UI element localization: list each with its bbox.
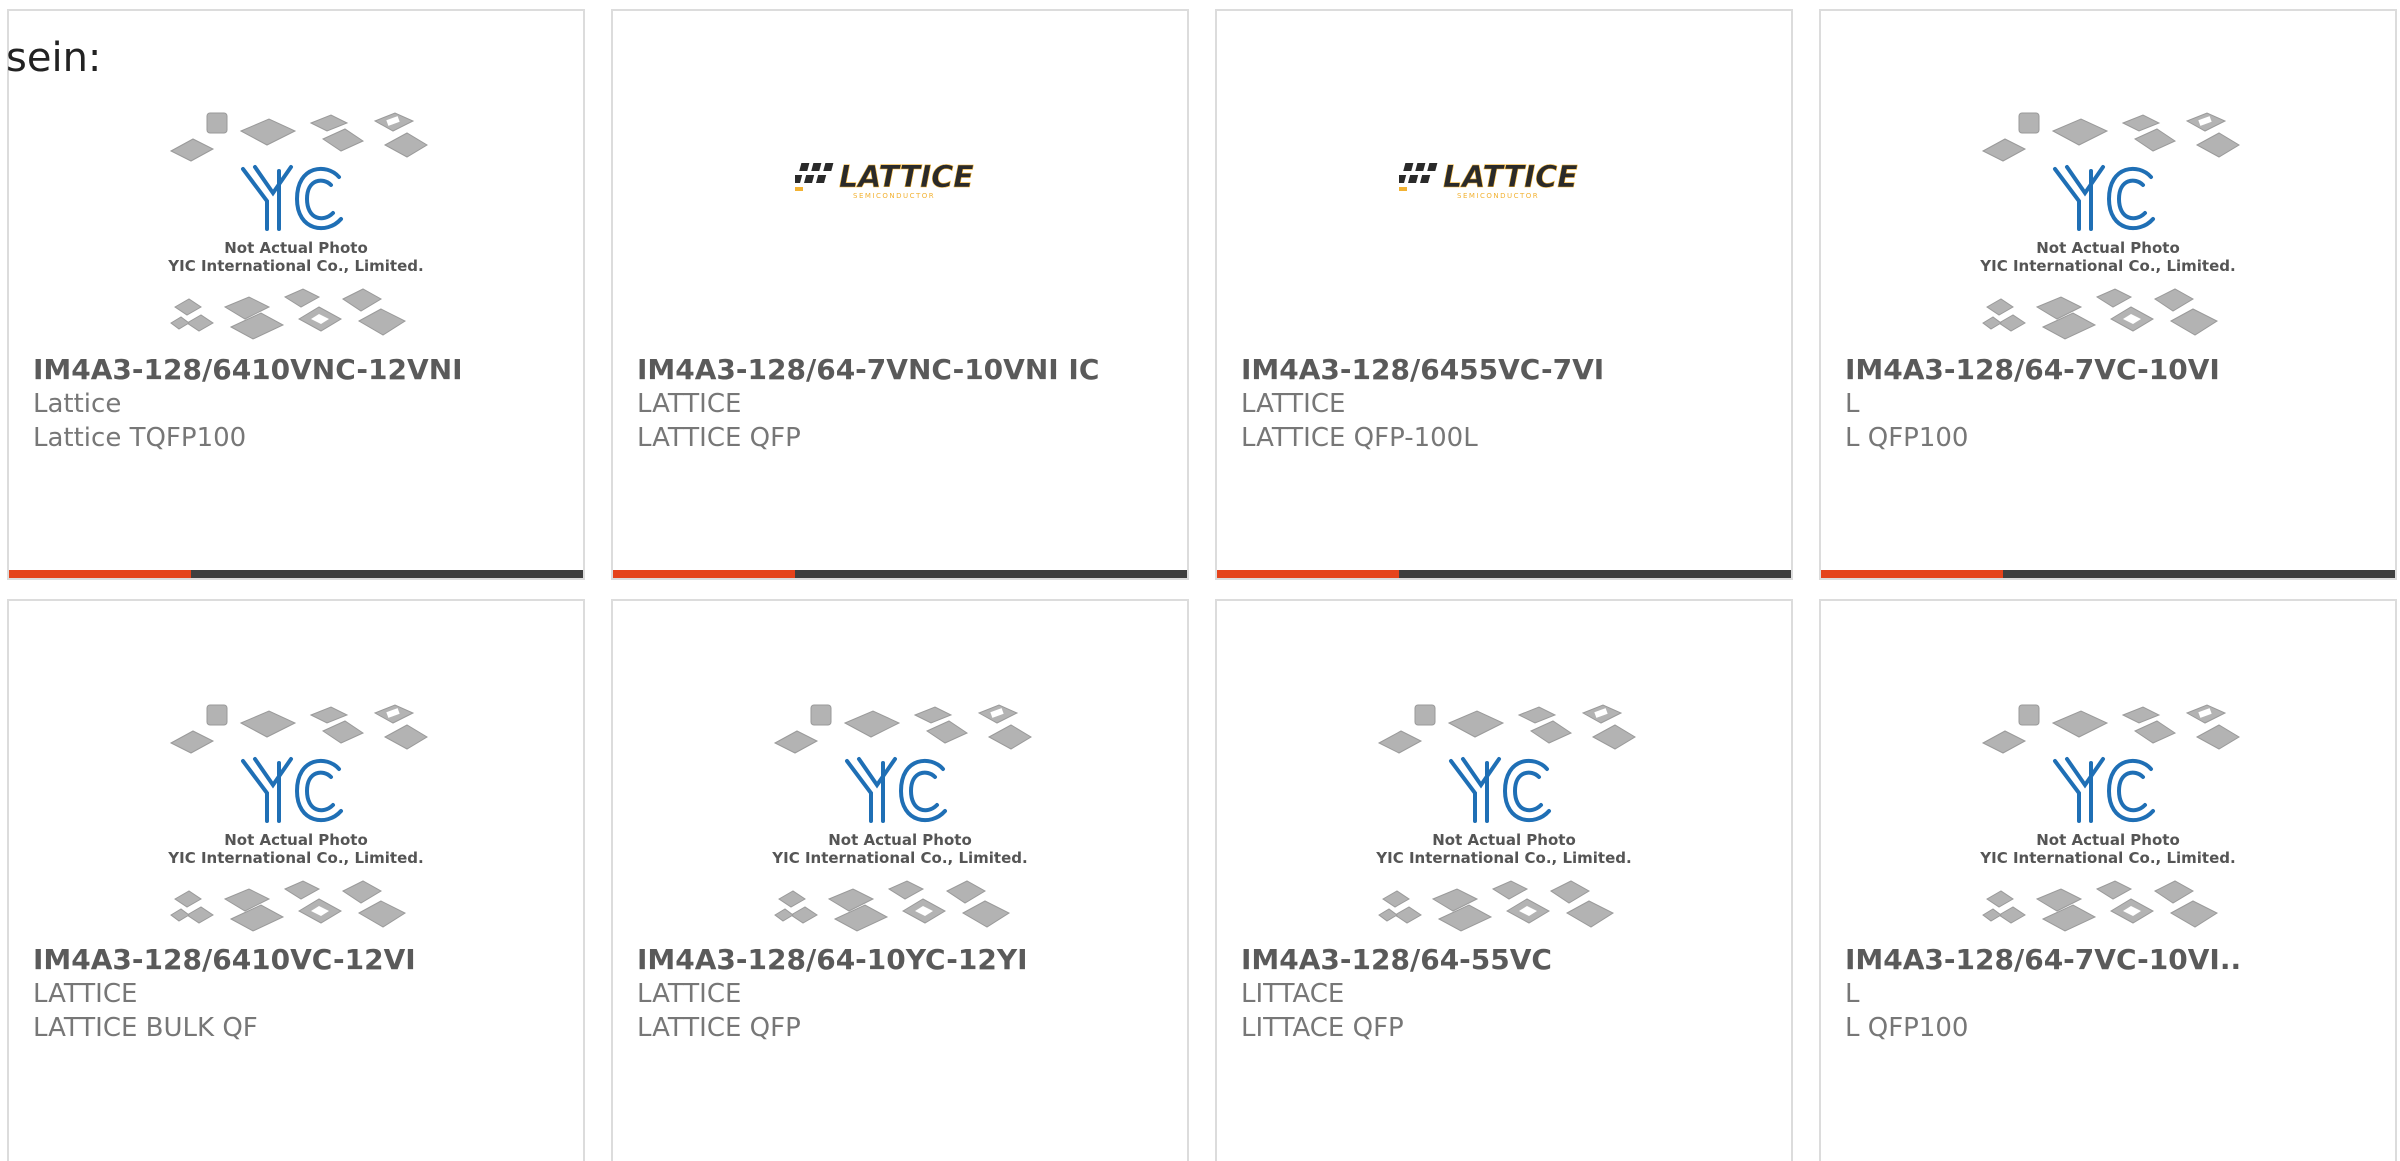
package: LATTICE QFP [637,1013,801,1043]
manufacturer: LATTICE [637,389,742,419]
part-number-link[interactable]: IM4A3-128/64-7VC-10VI [1845,353,2385,387]
product-image[interactable]: Not Actual Photo YIC International Co., … [9,693,583,943]
manufacturer: L [1845,389,1860,419]
manufacturer: LATTICE [1241,389,1346,419]
product-card[interactable]: Not Actual Photo YIC International Co., … [611,599,1189,1161]
product-grid-page: sein: Not Actual Photo YIC International… [0,0,2400,1161]
product-card[interactable]: LATTICE SEMICONDUCTOR IM4A3-128/64-7VNC-… [611,9,1189,580]
package: Lattice TQFP100 [33,423,247,453]
svg-text:Not Actual Photo: Not Actual Photo [828,831,972,849]
lattice-logo-image: LATTICE SEMICONDUCTOR [1396,160,1579,200]
lattice-logo-image: LATTICE SEMICONDUCTOR [792,160,975,200]
part-number-link[interactable]: IM4A3-128/64-55VC [1241,943,1781,977]
part-number-link[interactable]: IM4A3-128/6455VC-7VI [1241,353,1781,387]
package: LITTACE QFP [1241,1013,1404,1043]
svg-text:YIC International Co., Limited: YIC International Co., Limited. [167,257,423,275]
manufacturer: LATTICE [637,979,742,1009]
svg-text:LATTICE: LATTICE [1443,160,1578,195]
part-number-link[interactable]: IM4A3-128/64-10YC-12YI [637,943,1177,977]
manufacturer: L [1845,979,1860,1009]
svg-text:YIC International Co., Limited: YIC International Co., Limited. [1979,849,2235,867]
svg-text:SEMICONDUCTOR: SEMICONDUCTOR [1457,192,1539,200]
yic-placeholder-image: Not Actual Photo YIC International Co., … [1375,704,1636,932]
package: L QFP100 [1845,1013,1969,1043]
product-image[interactable]: Not Actual Photo YIC International Co., … [1217,693,1791,943]
part-number-link[interactable]: IM4A3-128/6410VC-12VI [33,943,573,977]
svg-text:Not Actual Photo: Not Actual Photo [2036,239,2180,257]
card-footer-bar [9,570,583,578]
svg-text:Not Actual Photo: Not Actual Photo [2036,831,2180,849]
product-card[interactable]: Not Actual Photo YIC International Co., … [7,9,585,580]
part-number-link[interactable]: IM4A3-128/64-7VNC-10VNI IC [637,353,1177,387]
package: L QFP100 [1845,423,1969,453]
svg-text:LATTICE: LATTICE [839,160,974,195]
card-accent [613,570,795,578]
svg-text:YIC International Co., Limited: YIC International Co., Limited. [1979,257,2235,275]
manufacturer-logo[interactable]: LATTICE SEMICONDUCTOR [613,157,1187,217]
card-accent [1821,570,2003,578]
yic-placeholder-image: Not Actual Photo YIC International Co., … [1979,704,2240,932]
manufacturer: Lattice [33,389,122,419]
product-image[interactable]: Not Actual Photo YIC International Co., … [1821,693,2395,943]
svg-text:Not Actual Photo: Not Actual Photo [1432,831,1576,849]
manufacturer: LATTICE [33,979,138,1009]
part-number-link[interactable]: IM4A3-128/64-7VC-10VI.. [1845,943,2385,977]
yic-placeholder-image: Not Actual Photo YIC International Co., … [167,704,428,932]
svg-text:YIC International Co., Limited: YIC International Co., Limited. [1375,849,1631,867]
svg-text:YIC International Co., Limited: YIC International Co., Limited. [771,849,1027,867]
part-number-link[interactable]: IM4A3-128/6410VNC-12VNI [33,353,573,387]
product-card[interactable]: Not Actual Photo YIC International Co., … [1819,599,2397,1161]
svg-text:Not Actual Photo: Not Actual Photo [224,831,368,849]
product-card[interactable]: LATTICE SEMICONDUCTOR IM4A3-128/6455VC-7… [1215,9,1793,580]
card-accent [1217,570,1399,578]
yic-placeholder-image: Not Actual Photo YIC International Co., … [1979,112,2240,340]
product-card[interactable]: Not Actual Photo YIC International Co., … [7,599,585,1161]
svg-text:Not Actual Photo: Not Actual Photo [224,239,368,257]
card-footer-bar [613,570,1187,578]
package: LATTICE QFP-100L [1241,423,1478,453]
package: LATTICE BULK QF [33,1013,258,1043]
yic-placeholder-image: Not Actual Photo YIC International Co., … [167,112,428,340]
card-accent [9,570,191,578]
package: LATTICE QFP [637,423,801,453]
card-footer-bar [1217,570,1791,578]
product-card[interactable]: Not Actual Photo YIC International Co., … [1819,9,2397,580]
yic-placeholder-image: Not Actual Photo YIC International Co., … [771,704,1032,932]
svg-text:SEMICONDUCTOR: SEMICONDUCTOR [853,192,935,200]
svg-text:YIC International Co., Limited: YIC International Co., Limited. [167,849,423,867]
intro-text: sein: [6,35,102,81]
manufacturer-logo[interactable]: LATTICE SEMICONDUCTOR [1217,157,1791,217]
product-card[interactable]: Not Actual Photo YIC International Co., … [1215,599,1793,1161]
manufacturer: LITTACE [1241,979,1345,1009]
product-image[interactable]: Not Actual Photo YIC International Co., … [613,693,1187,943]
card-footer-bar [1821,570,2395,578]
product-image[interactable]: Not Actual Photo YIC International Co., … [1821,101,2395,351]
product-image[interactable]: Not Actual Photo YIC International Co., … [9,101,583,351]
